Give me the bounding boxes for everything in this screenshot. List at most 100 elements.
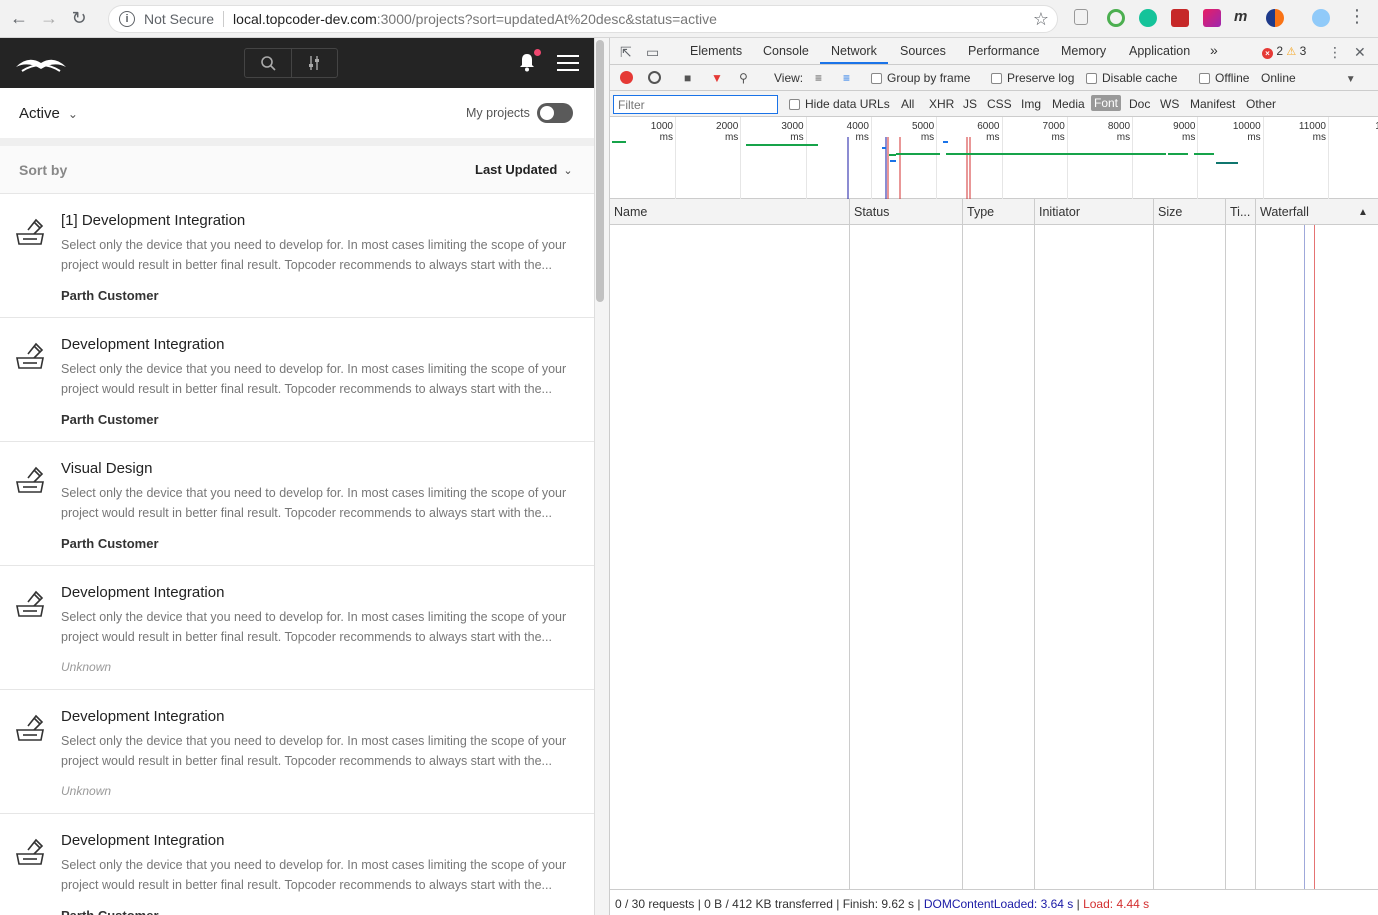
type-filter-all[interactable]: All	[901, 97, 914, 111]
type-filter-doc[interactable]: Doc	[1129, 97, 1150, 111]
column-divider[interactable]	[1153, 199, 1154, 225]
group-by-frame-checkbox[interactable]: Group by frame	[871, 71, 970, 85]
column-divider[interactable]	[1034, 199, 1035, 225]
screenshot-camera-icon[interactable]: ■	[684, 71, 691, 85]
inspect-element-icon[interactable]: ⇱	[620, 44, 632, 61]
green-circle-extension-icon[interactable]	[1107, 9, 1125, 27]
more-tabs-button[interactable]: »	[1210, 42, 1218, 58]
clear-icon[interactable]	[648, 71, 661, 84]
pink-extension-icon[interactable]	[1203, 9, 1221, 27]
search-icon[interactable]	[245, 49, 291, 77]
bookmark-star-icon[interactable]: ☆	[1033, 9, 1049, 30]
type-filter-css[interactable]: CSS	[987, 97, 1012, 111]
tab-performance[interactable]: Performance	[968, 44, 1040, 58]
column-header-size[interactable]: Size	[1158, 205, 1182, 219]
device-toolbar-icon[interactable]: ▭	[646, 44, 659, 61]
column-header-name[interactable]: Name	[614, 205, 647, 219]
project-card[interactable]: Development Integration Select only the d…	[0, 318, 594, 442]
address-bar[interactable]: i Not Secure local.topcoder-dev.com :300…	[108, 5, 1058, 33]
column-header-status[interactable]: Status	[854, 205, 889, 219]
notifications-bell-icon[interactable]	[518, 49, 541, 77]
project-card[interactable]: Development Integration Select only the d…	[0, 566, 594, 690]
hamburger-menu-icon[interactable]	[557, 55, 579, 76]
reload-icon[interactable]: ↻	[68, 8, 90, 30]
project-description: Select only the device that you need to …	[61, 362, 567, 396]
project-card[interactable]: Development Integration Select only the d…	[0, 690, 594, 814]
devtools-menu-icon[interactable]: ⋮	[1328, 44, 1342, 61]
project-title[interactable]: Visual Design	[61, 460, 152, 477]
search-icon[interactable]: ⚲	[739, 71, 748, 85]
m-extension-icon[interactable]: m	[1234, 8, 1252, 26]
close-devtools-icon[interactable]: ✕	[1354, 44, 1366, 61]
offline-checkbox[interactable]: Offline	[1199, 71, 1249, 85]
url-host[interactable]: local.topcoder-dev.com	[233, 11, 377, 27]
network-filter-bar: Hide data URLs All XHR JS CSS Img Media Font Do…	[610, 91, 1378, 117]
type-filter-js[interactable]: JS	[963, 97, 977, 111]
projects-app: Active ⌄ My projects Sort by Last Updated…	[0, 38, 594, 915]
type-filter-other[interactable]: Other	[1246, 97, 1276, 111]
info-icon[interactable]: i	[119, 11, 135, 27]
type-filter-media[interactable]: Media	[1052, 97, 1085, 111]
overview-waterfall-icon[interactable]: ≡	[843, 71, 850, 85]
type-filter-xhr[interactable]: XHR	[929, 97, 954, 111]
project-title[interactable]: [1] Development Integration	[61, 212, 245, 229]
project-owner: Parth Customer	[61, 908, 159, 915]
tab-memory[interactable]: Memory	[1061, 44, 1106, 58]
column-divider[interactable]	[1225, 199, 1226, 225]
sort-dropdown[interactable]: Last Updated ⌄	[475, 162, 573, 177]
type-filter-ws[interactable]: WS	[1160, 97, 1179, 111]
profile-avatar-icon[interactable]	[1312, 9, 1330, 27]
tab-elements[interactable]: Elements	[690, 44, 742, 58]
sort-asc-icon[interactable]: ▲	[1358, 207, 1368, 218]
record-icon[interactable]	[620, 71, 633, 84]
project-title[interactable]: Development Integration	[61, 584, 224, 601]
project-title[interactable]: Development Integration	[61, 832, 224, 849]
red-extension-icon[interactable]	[1171, 9, 1189, 27]
tab-application[interactable]: Application	[1129, 44, 1190, 58]
sphere-extension-icon[interactable]	[1266, 9, 1284, 27]
column-divider[interactable]	[1255, 199, 1256, 225]
security-label[interactable]: Not Secure	[144, 11, 214, 27]
topcoder-logo-icon[interactable]	[14, 53, 68, 73]
warning-count: 3	[1299, 44, 1307, 58]
project-list: [1] Development Integration Select only t…	[0, 194, 594, 915]
project-title[interactable]: Development Integration	[61, 708, 224, 725]
back-arrow-icon[interactable]: ←	[8, 8, 30, 30]
project-card[interactable]: [1] Development Integration Select only t…	[0, 194, 594, 318]
tab-console[interactable]: Console	[763, 44, 809, 58]
status-filter-dropdown[interactable]: Active ⌄	[19, 105, 78, 122]
preserve-log-checkbox[interactable]: Preserve log	[991, 71, 1074, 85]
grammarly-extension-icon[interactable]	[1139, 9, 1157, 27]
disable-cache-checkbox[interactable]: Disable cache	[1086, 71, 1177, 85]
shield-extension-icon[interactable]	[1074, 9, 1088, 25]
throttle-select[interactable]: Online ▼	[1261, 71, 1356, 85]
column-divider[interactable]	[849, 199, 850, 225]
type-filter-manifest[interactable]: Manifest	[1190, 97, 1235, 111]
hide-data-urls-checkbox[interactable]: Hide data URLs	[789, 97, 890, 111]
tab-network[interactable]: Network	[831, 44, 877, 58]
url-path[interactable]: :3000/projects?sort=updatedAt%20desc&sta…	[377, 11, 717, 27]
filter-input[interactable]	[613, 95, 778, 114]
app-scrollbar-thumb[interactable]	[596, 40, 604, 302]
project-card[interactable]: Development Integration Select only the d…	[0, 814, 594, 915]
forward-arrow-icon[interactable]: →	[38, 8, 60, 30]
column-header-type[interactable]: Type	[967, 205, 994, 219]
column-header-ti[interactable]: Ti...	[1230, 205, 1250, 219]
large-rows-icon[interactable]: ≡	[815, 71, 822, 85]
type-filter-font[interactable]: Font	[1091, 95, 1122, 111]
devtools-tabbar: ⇱ ▭ Elements Console Network Sources Perform…	[610, 38, 1378, 65]
filter-funnel-icon[interactable]: ▼	[711, 71, 723, 85]
project-title[interactable]: Development Integration	[61, 336, 224, 353]
my-projects-label: My projects	[466, 106, 530, 120]
my-projects-toggle[interactable]	[537, 103, 573, 123]
column-header-waterfall[interactable]: Waterfall	[1260, 205, 1309, 219]
browser-menu-icon[interactable]: ⋮	[1348, 7, 1366, 25]
filter-sliders-icon[interactable]	[290, 49, 338, 77]
project-card[interactable]: Visual Design Select only the device that…	[0, 442, 594, 566]
tab-sources[interactable]: Sources	[900, 44, 946, 58]
column-divider[interactable]	[962, 199, 963, 225]
console-error-count[interactable]: × 2 ⚠ 3	[1262, 44, 1306, 59]
type-filter-img[interactable]: Img	[1021, 97, 1041, 111]
column-header-initiator[interactable]: Initiator	[1039, 205, 1080, 219]
network-overview-timeline[interactable]: 1000 ms 2000 ms 3000 ms 4000 ms 5000 ms 6000 …	[610, 117, 1378, 199]
